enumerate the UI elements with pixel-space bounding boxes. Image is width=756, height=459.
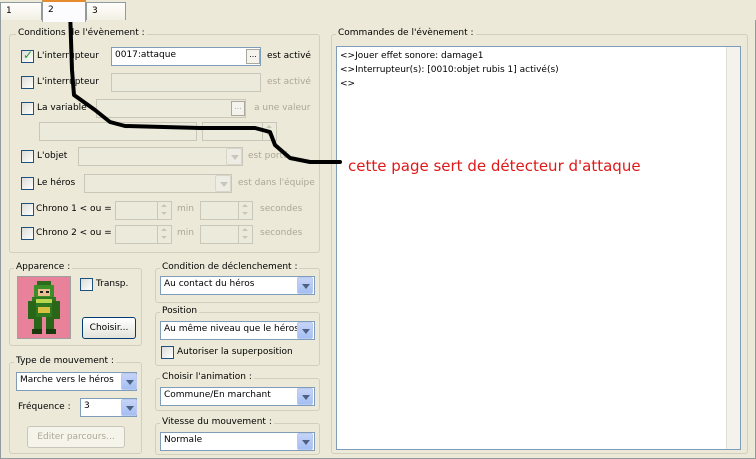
tab-2[interactable]: 2 (42, 0, 86, 22)
annotation-text: cette page sert de détecteur d'attaque (348, 157, 641, 175)
tab-2-label: 2 (48, 5, 54, 15)
drawn-arrow-line (68, 3, 342, 164)
